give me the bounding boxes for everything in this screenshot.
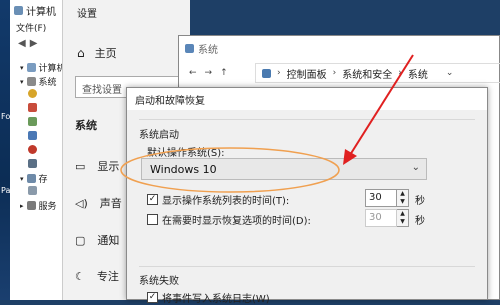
highlight-ellipse: [120, 147, 340, 193]
annotation-arrow-line: [349, 54, 414, 156]
annotation-overlay: [120, 54, 414, 193]
annotation-arrow-head: [343, 149, 357, 165]
